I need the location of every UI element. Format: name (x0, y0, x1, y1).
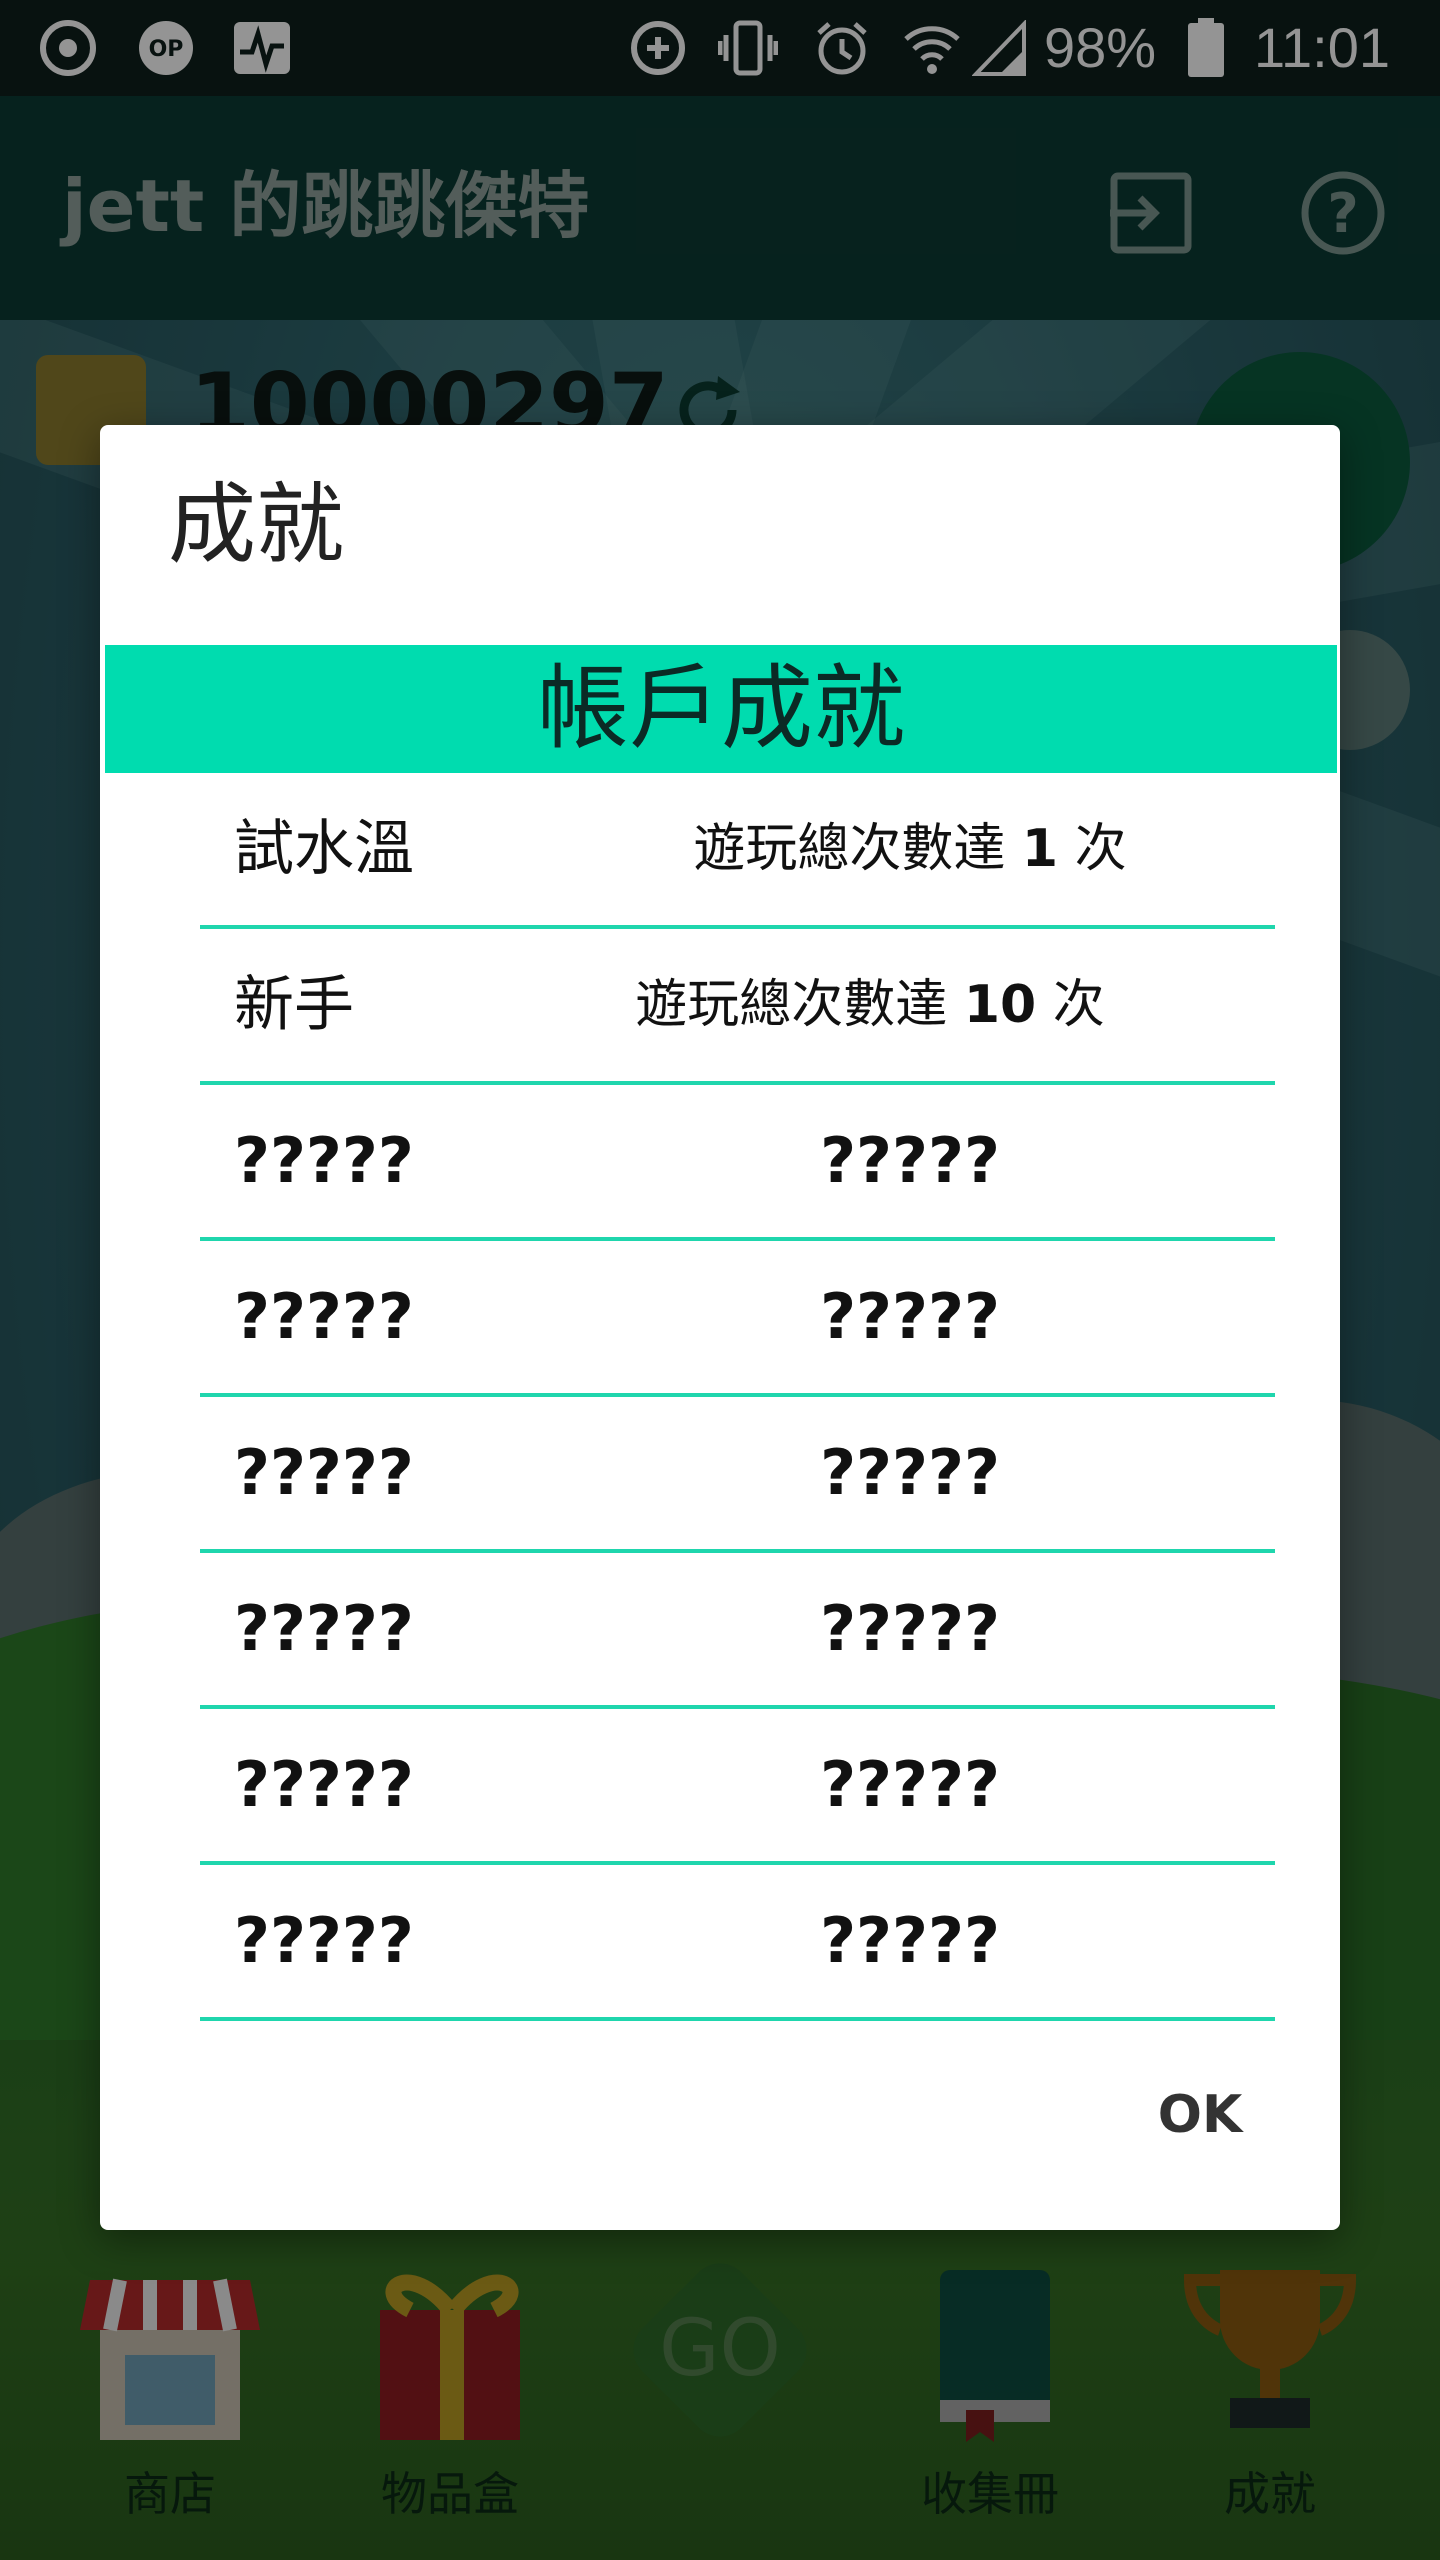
achievement-name: ????? (234, 1748, 414, 1821)
table-row: 試水溫 遊玩總次數達 1 次 (200, 773, 1275, 929)
achievement-description: 遊玩總次數達 10 次 (635, 975, 1105, 1035)
achievement-name: 試水溫 (234, 814, 414, 884)
table-row: ????? ????? (200, 1709, 1275, 1865)
achievement-name: ????? (234, 1904, 414, 1977)
achievement-name: ????? (234, 1592, 414, 1665)
ok-button[interactable]: OK (1100, 2065, 1300, 2165)
achievement-description: ????? (820, 1592, 1000, 1665)
table-row: ????? ????? (200, 1085, 1275, 1241)
table-row: ????? ????? (200, 1397, 1275, 1553)
table-row: 新手 遊玩總次數達 10 次 (200, 929, 1275, 1085)
achievement-description: ????? (820, 1436, 1000, 1509)
achievement-name: 新手 (234, 970, 354, 1040)
achievement-description: ????? (820, 1904, 1000, 1977)
achievement-name: ????? (234, 1436, 414, 1509)
achievement-name: ????? (234, 1280, 414, 1353)
dialog-title: 成就 (168, 473, 345, 576)
table-row: ????? ????? (200, 1865, 1275, 2021)
section-header: 帳戶成就 (105, 645, 1337, 773)
achievement-description: 遊玩總次數達 1 次 (693, 819, 1127, 879)
table-row: ????? ????? (200, 1553, 1275, 1709)
achievement-description: ????? (820, 1124, 1000, 1197)
achievement-name: ????? (234, 1124, 414, 1197)
table-row: ????? ????? (200, 1241, 1275, 1397)
achievements-table: 試水溫 遊玩總次數達 1 次 新手 遊玩總次數達 10 次 ????? ????… (200, 773, 1275, 2021)
achievements-dialog: 成就 帳戶成就 試水溫 遊玩總次數達 1 次 新手 遊玩總次數達 10 次 ??… (100, 425, 1340, 2230)
achievement-description: ????? (820, 1748, 1000, 1821)
achievement-description: ????? (820, 1280, 1000, 1353)
